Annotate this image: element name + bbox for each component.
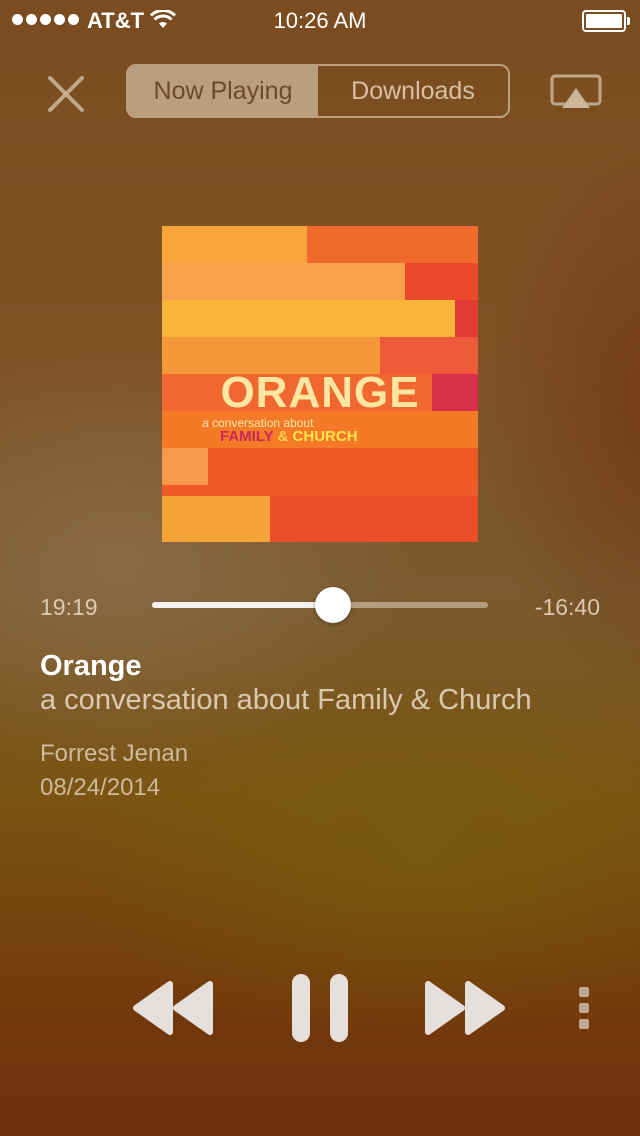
track-subtitle: a conversation about Family & Church [40,684,532,716]
close-icon[interactable] [46,74,86,114]
battery-icon [582,10,630,32]
elapsed-time: 19:19 [40,594,98,620]
tab-now-playing[interactable]: Now Playing [128,66,318,116]
clock: 10:26 AM [273,8,367,33]
progress-fill [152,602,334,608]
artwork-title: ORANGE [220,368,420,417]
pause-icon[interactable] [292,974,348,1042]
track-author: Forrest Jenan [40,740,189,767]
tab-downloads[interactable]: Downloads [318,66,508,116]
remaining-time: -16:40 [534,594,600,620]
more-icon[interactable] [576,986,592,1030]
artwork-tagline: FAMILY & CHURCH [220,428,358,445]
album-artwork: ORANGE a conversation about FAMILY & CHU… [162,226,478,542]
track-date: 08/24/2014 [40,774,161,801]
rewind-icon[interactable] [130,978,216,1038]
fast-forward-icon[interactable] [422,978,508,1038]
status-bar: AT&T 10:26 AM [0,0,640,40]
track-title: Orange [40,650,142,682]
view-segmented-control: Now Playing Downloads [126,64,510,118]
progress-slider[interactable] [152,587,488,623]
airplay-icon[interactable] [550,74,602,110]
progress-thumb[interactable] [315,587,352,623]
